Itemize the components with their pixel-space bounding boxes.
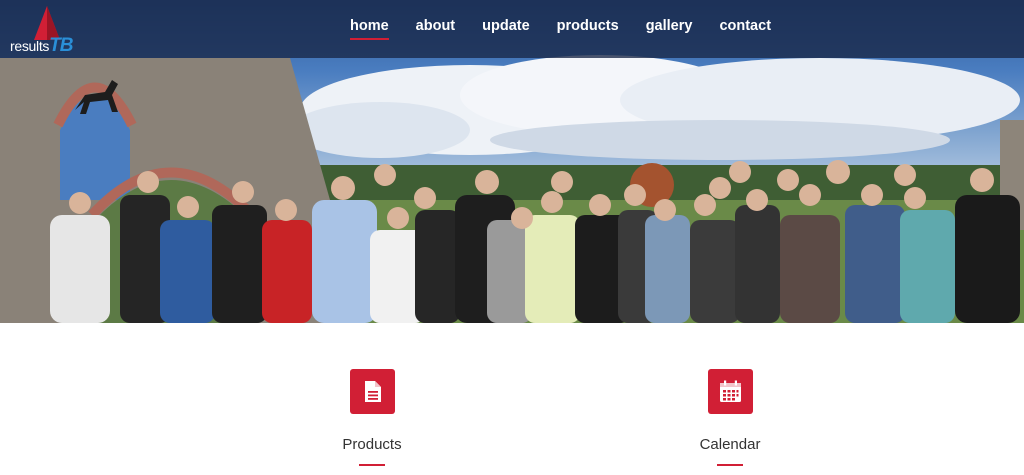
- nav-home[interactable]: home: [350, 18, 389, 40]
- calendar-icon[interactable]: [707, 369, 753, 414]
- nav-products[interactable]: products: [557, 18, 619, 40]
- nav-about[interactable]: about: [416, 18, 455, 40]
- feature-underline: [359, 464, 385, 466]
- feature-underline: [717, 464, 743, 466]
- logo-text-results: results: [10, 38, 50, 54]
- feature-calendar[interactable]: Calendar: [630, 369, 830, 466]
- logo-text: resultsTB: [10, 35, 73, 57]
- hero-banner: resultsTB home about update products gal…: [0, 0, 1024, 323]
- logo-text-tb: TB: [49, 35, 73, 56]
- feature-label-products[interactable]: Products: [272, 436, 472, 453]
- document-icon[interactable]: [349, 369, 395, 414]
- nav-contact[interactable]: contact: [719, 18, 771, 40]
- nav-update[interactable]: update: [482, 18, 530, 40]
- feature-label-calendar[interactable]: Calendar: [630, 436, 830, 453]
- site-logo[interactable]: resultsTB: [10, 6, 90, 57]
- top-navigation-bar: resultsTB home about update products gal…: [0, 0, 1024, 58]
- nav-gallery[interactable]: gallery: [646, 18, 693, 40]
- feature-products[interactable]: Products: [272, 369, 472, 466]
- main-nav: home about update products gallery conta…: [350, 18, 798, 40]
